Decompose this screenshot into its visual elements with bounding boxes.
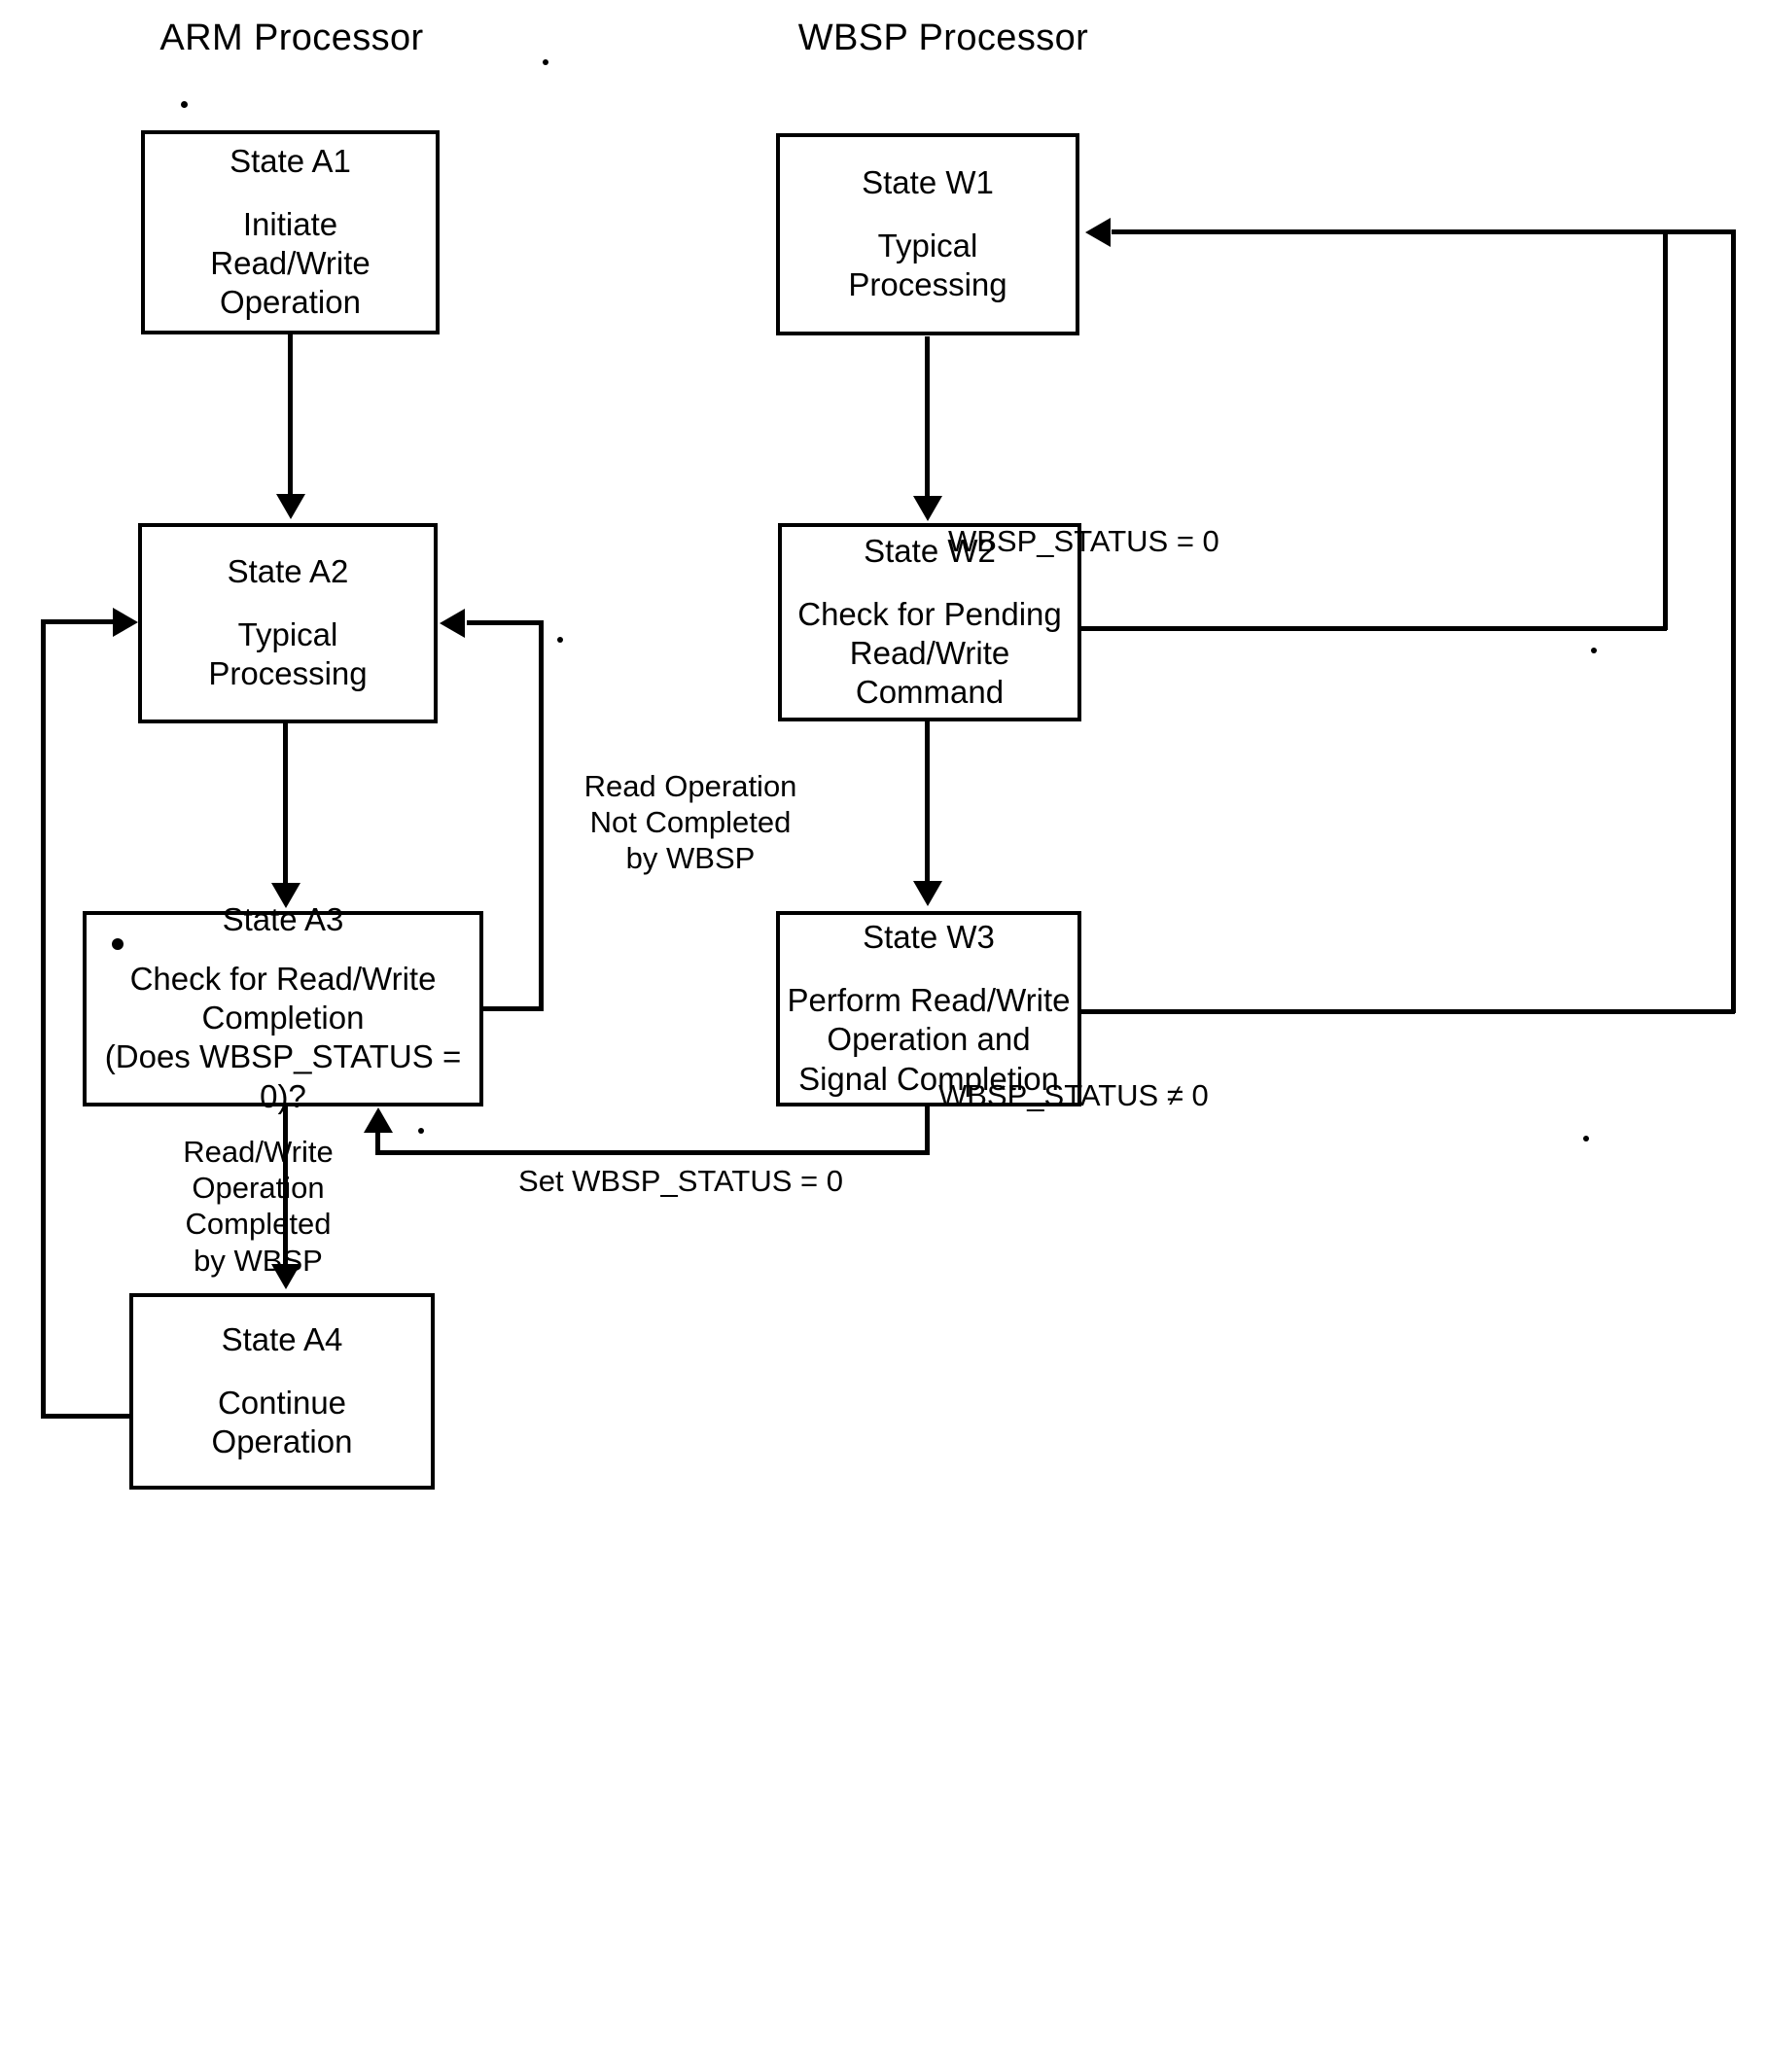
scan-speck [543,59,548,65]
edge-label-w3-to-a3: Set WBSP_STATUS = 0 [518,1164,843,1198]
node-a4-title: State A4 [221,1320,343,1357]
edge-w3-to-a3-arrowhead [364,1107,393,1133]
flowchart-canvas: ARM Processor WBSP Processor State A1 In… [0,0,1766,2072]
edge-a2-to-a3-arrowhead [271,883,300,908]
column-title-arm: ARM Processor [159,18,424,58]
edge-w2-to-w1-horizontal-lower [1081,626,1667,631]
edge-a3-to-a2-arrowhead [440,609,465,638]
node-w3-title: State W3 [863,919,995,956]
edge-w1-to-w2-line [925,336,930,498]
node-state-w1[interactable]: State W1 Typical Processing [776,133,1079,335]
scan-speck [557,637,563,643]
edge-w2-to-w1-vertical [1663,229,1668,630]
node-a3-body: Check for Read/Write Completion (Does WB… [104,960,462,1114]
scan-speck [1583,1136,1589,1141]
node-a1-body: Initiate Read/Write Operation [210,205,371,321]
edge-w2-to-w1-horizontal-upper [1112,229,1668,234]
edge-label-w1-to-w2: WBSP_STATUS = 0 [948,524,1219,558]
node-state-a2[interactable]: State A2 Typical Processing [138,523,438,723]
node-w2-body: Check for Pending Read/Write Command [797,595,1062,711]
scan-speck [181,101,188,108]
node-a4-body: Continue Operation [211,1384,353,1459]
edge-w3-to-w1-horizontal-upper [1663,229,1736,234]
edge-a1-to-a2-line [288,334,293,496]
edge-label-a3-to-a2: Read Operation Not Completed by WBSP [583,769,797,876]
node-a3-bullet-marker [112,938,124,950]
column-title-wbsp: WBSP Processor [797,18,1089,58]
edge-w1-to-w2-arrowhead [913,496,942,521]
edge-w2-to-w3-arrowhead [913,881,942,906]
edge-w2-to-w1-arrowhead [1085,218,1111,247]
node-w1-title: State W1 [862,163,994,200]
node-state-a3[interactable]: State A3 Check for Read/Write Completion… [83,901,483,1114]
edge-w3-to-w1-horizontal-lower [1081,1009,1735,1014]
edge-a3-to-a2-horizontal-lower [483,1006,544,1011]
edge-a2-to-a3-line [283,723,288,885]
node-a2-body: Typical Processing [208,615,368,691]
node-a1-title: State A1 [230,142,351,179]
edge-a1-to-a2-arrowhead [276,494,305,519]
edge-w3-to-w1-vertical [1731,229,1736,1013]
edge-w3-to-a3-horizontal [375,1150,930,1155]
edge-a4-to-a2-arrowhead [113,608,138,637]
scan-speck [418,1128,424,1134]
edge-w3-to-a3-vertical-right [925,1106,930,1155]
edge-label-a3-to-a4: Read/Write Operation Completed by WBSP [183,1135,334,1278]
edge-a3-to-a2-horizontal-upper [467,620,543,625]
edge-a4-to-a2-horizontal-lower [41,1414,131,1419]
node-a2-title: State A2 [227,552,349,589]
edge-a4-to-a2-horizontal-upper [41,619,117,624]
node-w1-body: Typical Processing [848,227,1007,302]
edge-a3-to-a2-vertical [539,620,544,1009]
node-state-a4[interactable]: State A4 Continue Operation [129,1293,435,1490]
scan-speck [1591,648,1597,653]
edge-w2-to-w3-line [925,721,930,883]
edge-a4-to-a2-vertical [41,619,46,1417]
node-state-a1[interactable]: State A1 Initiate Read/Write Operation [141,130,440,334]
edge-label-w2-to-w3: WBSP_STATUS ≠ 0 [938,1078,1209,1112]
